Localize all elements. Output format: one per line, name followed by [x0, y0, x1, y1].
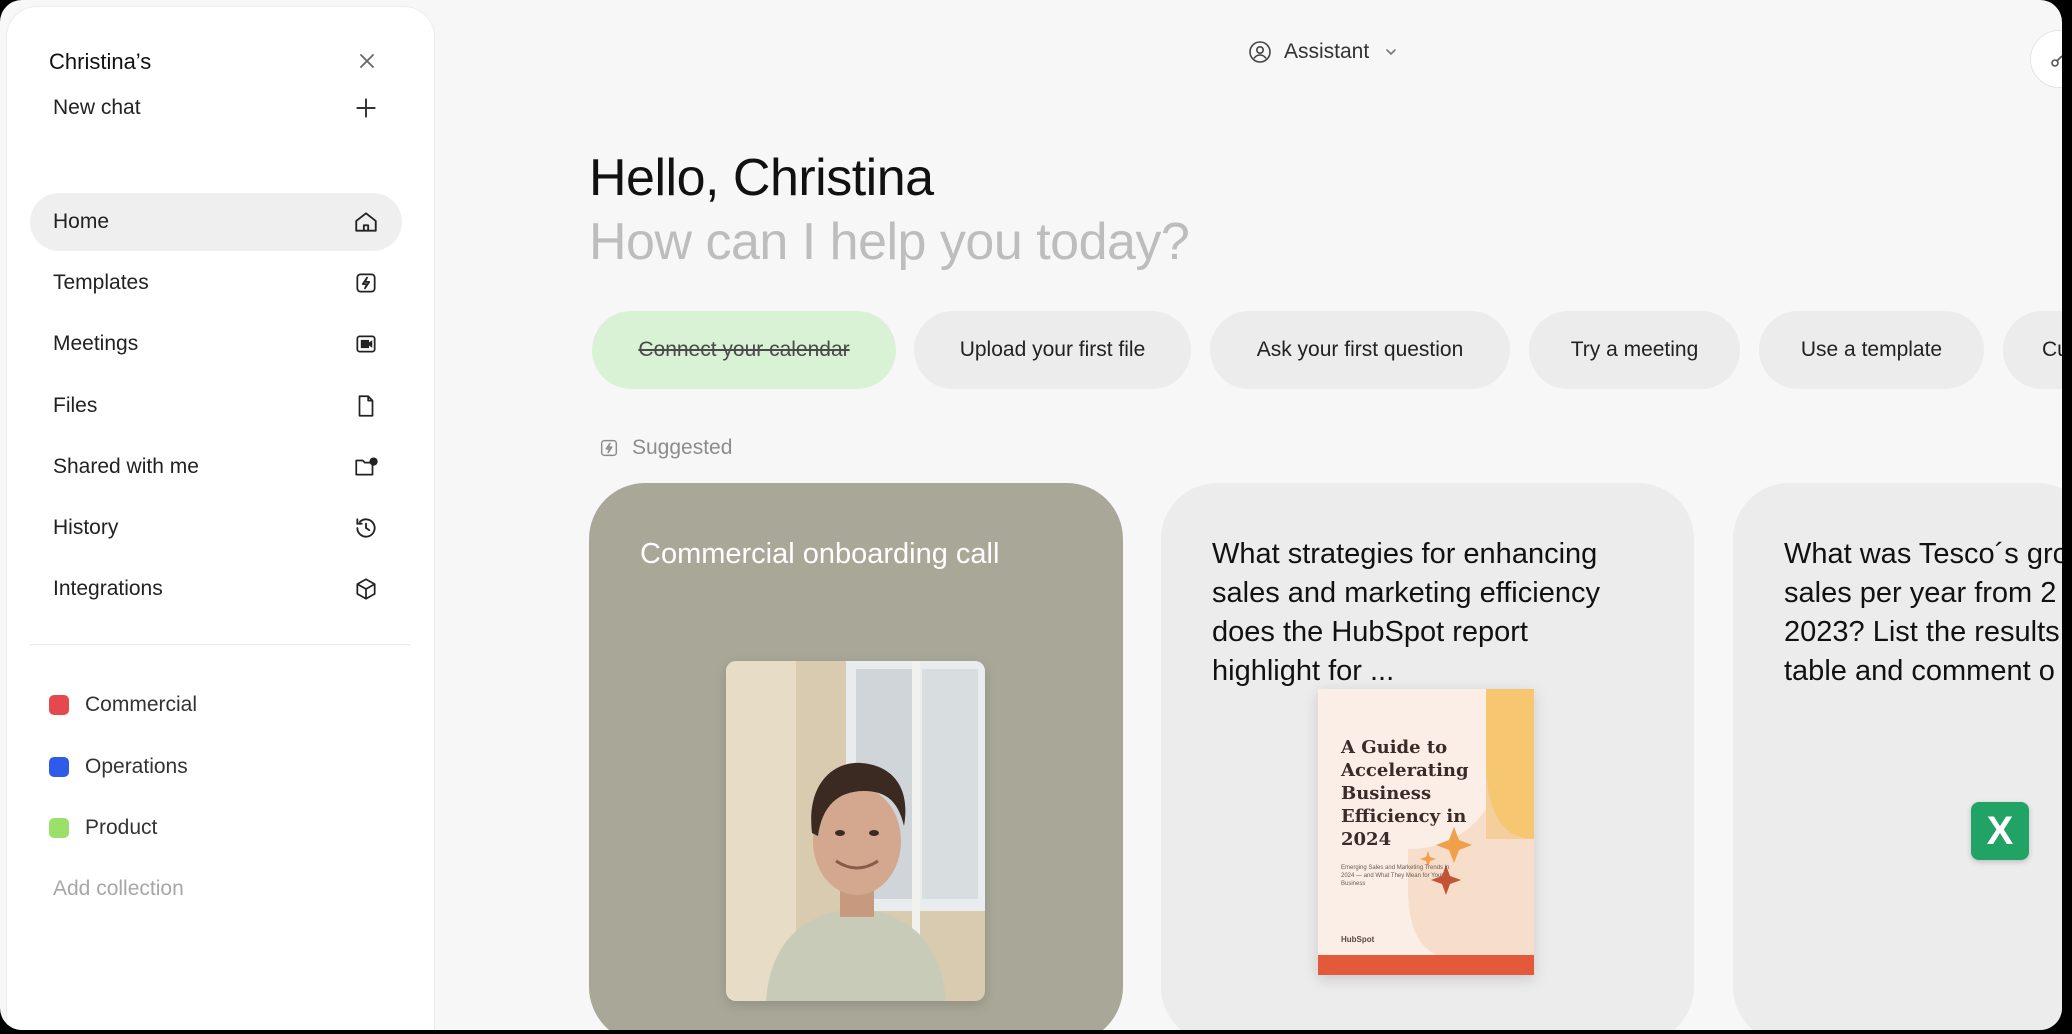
app-window: Christina’s New chat Home Templates Meet…	[0, 0, 2062, 1030]
card-title: What strategies for enhancing sales and …	[1212, 538, 1600, 687]
excel-icon: X	[1971, 802, 2029, 860]
sidebar-item-label: Files	[53, 394, 98, 417]
chip-upload-file[interactable]: Upload your first file	[914, 311, 1191, 389]
top-right-action-button[interactable]	[2030, 30, 2062, 88]
new-chat-button[interactable]: New chat	[30, 79, 402, 137]
add-collection-button[interactable]: Add collection	[53, 877, 184, 901]
hubspot-logo: HubSpot	[1341, 935, 1375, 944]
workspace-title: Christina’s	[49, 49, 152, 74]
collection-operations[interactable]: Operations	[49, 755, 188, 779]
collection-product[interactable]: Product	[49, 816, 157, 840]
sidebar-item-label: History	[53, 516, 119, 539]
chip-try-meeting[interactable]: Try a meeting	[1529, 311, 1740, 389]
chip-ask-question[interactable]: Ask your first question	[1210, 311, 1510, 389]
sidebar-item-integrations[interactable]: Integrations	[30, 560, 402, 618]
chevron-down-icon	[1386, 49, 1397, 56]
sidebar-item-shared[interactable]: Shared with me	[30, 438, 402, 496]
suggested-card-hubspot[interactable]: What strategies for enhancing sales and …	[1161, 483, 1694, 1030]
sidebar: Christina’s New chat Home Templates Meet…	[7, 7, 434, 1030]
collection-color-dot	[49, 757, 69, 777]
history-icon	[352, 514, 380, 542]
collection-commercial[interactable]: Commercial	[49, 693, 197, 717]
sidebar-item-label: Templates	[53, 271, 149, 294]
card-title: Commercial onboarding call	[640, 538, 1000, 570]
greeting-subtitle: How can I help you today?	[589, 213, 1190, 271]
collection-label: Operations	[85, 755, 188, 778]
shared-folder-icon	[352, 453, 380, 481]
chip-use-template[interactable]: Use a template	[1759, 311, 1984, 389]
guide-document-thumbnail: A Guide to Accelerating Business Efficie…	[1318, 689, 1534, 975]
plus-icon	[352, 94, 380, 122]
home-icon	[352, 208, 380, 236]
chip-partial[interactable]: Cu	[2003, 311, 2062, 389]
lightning-icon	[352, 269, 380, 297]
guide-title: A Guide to Accelerating Business Efficie…	[1341, 737, 1469, 850]
sidebar-item-meetings[interactable]: Meetings	[30, 315, 402, 373]
new-chat-label: New chat	[53, 96, 141, 119]
video-icon	[352, 330, 380, 358]
user-circle-icon	[1249, 41, 1271, 63]
assistant-selector[interactable]: Assistant	[1248, 40, 1399, 64]
guide-subtitle: Emerging Sales and Marketing Trends in 2…	[1341, 865, 1450, 887]
suggested-card-tesco[interactable]: What was Tesco´s gro sales per year from…	[1733, 483, 2062, 1030]
sidebar-item-label: Meetings	[53, 332, 139, 355]
card-title: What was Tesco´s gro sales per year from…	[1784, 538, 2062, 687]
sidebar-item-label: Integrations	[53, 577, 163, 600]
close-icon[interactable]	[355, 49, 379, 73]
suggested-label: Suggested	[632, 436, 733, 459]
sidebar-item-home[interactable]: Home	[30, 193, 402, 251]
collection-color-dot	[49, 818, 69, 838]
chip-connect-calendar[interactable]: Connect your calendar	[592, 311, 896, 389]
suggested-card-meeting[interactable]: Commercial onboarding call	[589, 483, 1123, 1030]
assistant-label: Assistant	[1284, 40, 1370, 63]
file-icon	[352, 392, 380, 420]
sidebar-divider	[30, 644, 410, 645]
sidebar-item-label: Home	[53, 210, 110, 233]
collection-label: Commercial	[85, 693, 198, 716]
collection-label: Product	[85, 816, 158, 839]
lightning-icon	[600, 439, 618, 457]
sidebar-item-templates[interactable]: Templates	[30, 254, 402, 312]
collection-color-dot	[49, 695, 69, 715]
greeting-title: Hello, Christina	[589, 149, 934, 207]
sidebar-item-history[interactable]: History	[30, 499, 402, 557]
cube-icon	[352, 575, 380, 603]
sidebar-item-files[interactable]: Files	[30, 377, 402, 435]
meeting-video-thumbnail	[726, 661, 985, 1001]
link-icon	[2051, 55, 2062, 67]
suggested-heading: Suggested	[598, 436, 732, 460]
sidebar-item-label: Shared with me	[53, 455, 199, 478]
